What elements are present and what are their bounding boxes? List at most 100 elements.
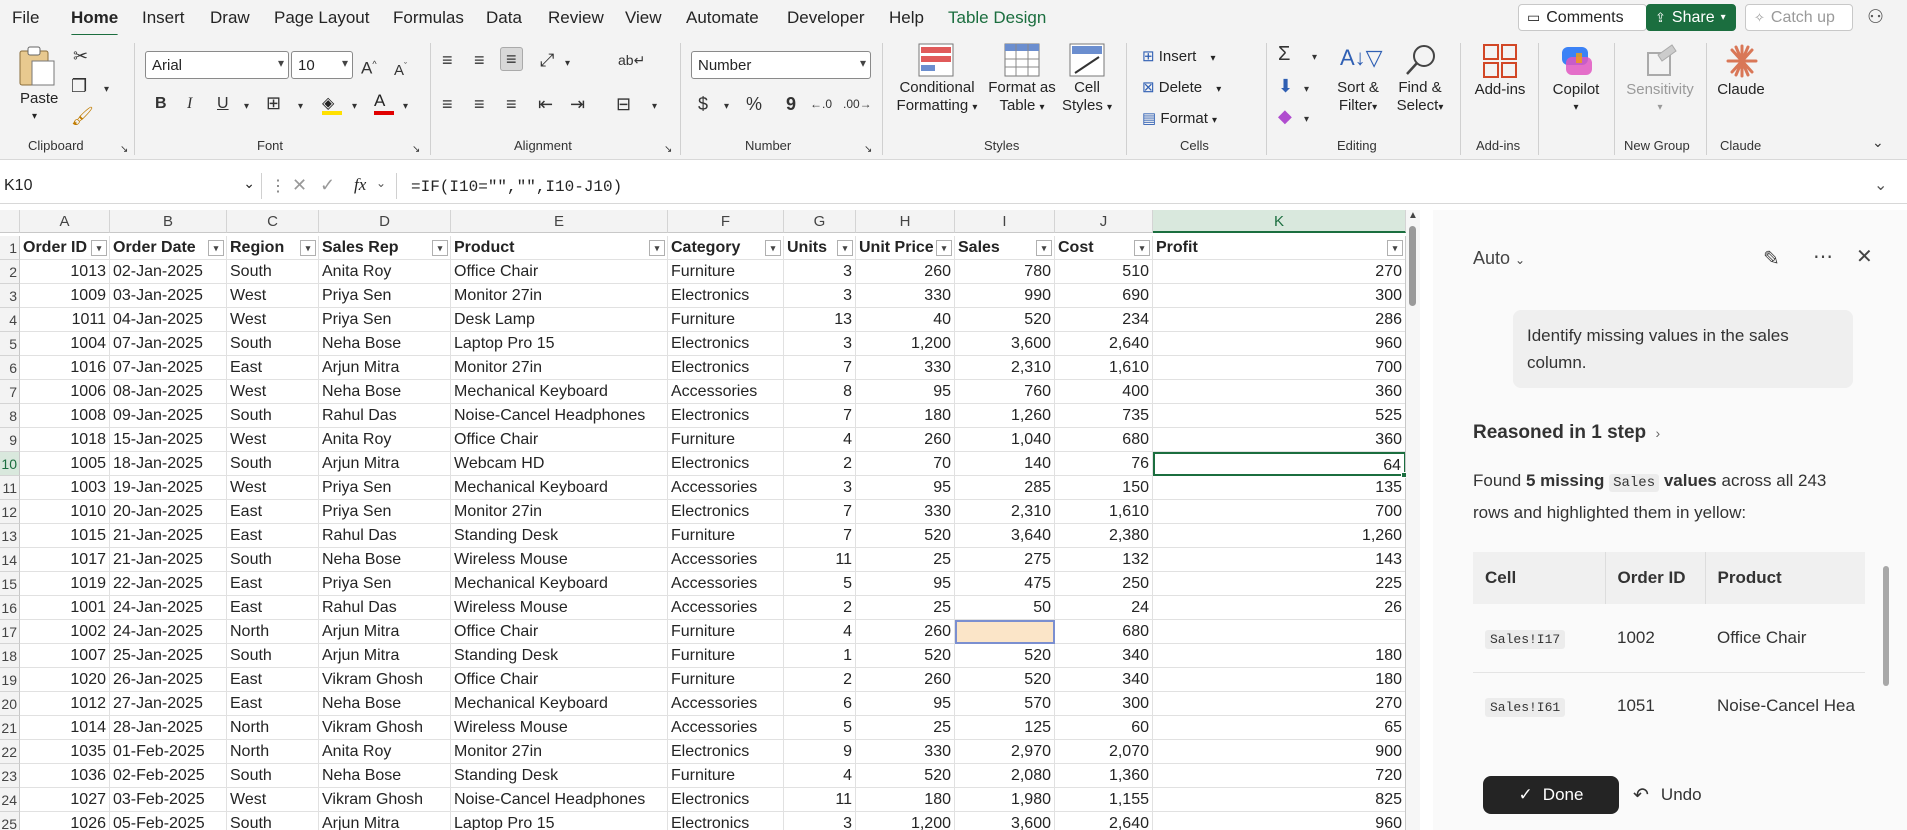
table-cell[interactable]: Electronics bbox=[668, 812, 784, 830]
align-bottom-icon[interactable]: ≡ bbox=[500, 47, 523, 71]
copy-dropdown-icon[interactable]: ▾ bbox=[104, 81, 109, 99]
table-cell[interactable]: Accessories bbox=[668, 572, 784, 596]
table-cell[interactable]: 7 bbox=[784, 524, 856, 548]
row-header[interactable]: 22 bbox=[0, 740, 20, 764]
table-cell[interactable]: Anita Roy bbox=[319, 260, 451, 284]
table-cell[interactable]: 680 bbox=[1055, 620, 1153, 644]
table-cell[interactable]: West bbox=[227, 380, 319, 404]
table-cell[interactable]: 26 bbox=[1153, 596, 1406, 620]
table-cell[interactable]: 3 bbox=[784, 476, 856, 500]
tab-help[interactable]: Help bbox=[889, 8, 924, 28]
merge-dropdown-icon[interactable]: ▾ bbox=[652, 98, 657, 116]
table-cell[interactable]: 95 bbox=[856, 380, 955, 404]
table-cell[interactable]: South bbox=[227, 404, 319, 428]
copy-icon[interactable]: ❐ bbox=[71, 77, 87, 95]
cell-styles-button[interactable]: Cell Styles ▾ bbox=[1060, 43, 1114, 133]
row-header[interactable]: 19 bbox=[0, 668, 20, 692]
table-cell[interactable]: Electronics bbox=[668, 332, 784, 356]
table-header-cell[interactable]: Order ID ▾ bbox=[20, 236, 110, 260]
table-cell[interactable]: Priya Sen bbox=[319, 476, 451, 500]
table-cell[interactable]: 25 bbox=[856, 716, 955, 740]
table-cell[interactable]: 22-Jan-2025 bbox=[110, 572, 227, 596]
table-cell[interactable]: 1,200 bbox=[856, 332, 955, 356]
table-cell[interactable]: 520 bbox=[856, 524, 955, 548]
undo-button[interactable]: ↶ Undo bbox=[1633, 776, 1702, 814]
table-cell[interactable]: 132 bbox=[1055, 548, 1153, 572]
table-cell[interactable]: East bbox=[227, 500, 319, 524]
more-options-icon[interactable]: ⋯ bbox=[1813, 244, 1833, 269]
table-cell[interactable]: Furniture bbox=[668, 764, 784, 788]
table-cell[interactable]: 03-Feb-2025 bbox=[110, 788, 227, 812]
number-launcher-icon[interactable]: ↘ bbox=[864, 141, 872, 159]
row-header[interactable]: 7 bbox=[0, 380, 20, 404]
table-cell[interactable]: 400 bbox=[1055, 380, 1153, 404]
table-cell[interactable]: 11 bbox=[784, 548, 856, 572]
table-cell[interactable]: 7 bbox=[784, 356, 856, 380]
chevron-down-icon[interactable]: ⌄ bbox=[376, 176, 386, 190]
filter-dropdown-icon[interactable]: ▾ bbox=[1387, 240, 1403, 256]
table-cell[interactable]: Office Chair bbox=[451, 260, 668, 284]
column-header-j[interactable]: J bbox=[1055, 210, 1153, 233]
table-cell[interactable]: 21-Jan-2025 bbox=[110, 548, 227, 572]
alignment-launcher-icon[interactable]: ↘ bbox=[664, 141, 672, 159]
table-cell[interactable]: 24-Jan-2025 bbox=[110, 596, 227, 620]
table-cell[interactable]: 1020 bbox=[20, 668, 110, 692]
cancel-icon[interactable]: ✕ bbox=[292, 175, 307, 196]
column-header-k[interactable]: K bbox=[1153, 210, 1406, 233]
row-header[interactable]: 11 bbox=[0, 476, 20, 500]
table-cell[interactable]: East bbox=[227, 524, 319, 548]
table-cell[interactable]: 140 bbox=[955, 452, 1055, 476]
table-cell[interactable]: 1001 bbox=[20, 596, 110, 620]
share-button[interactable]: ⇪ Share ▾ bbox=[1646, 4, 1736, 31]
table-cell[interactable]: 520 bbox=[955, 308, 1055, 332]
table-cell[interactable]: Electronics bbox=[668, 788, 784, 812]
row-header[interactable]: 12 bbox=[0, 500, 20, 524]
column-header-i[interactable]: I bbox=[955, 210, 1055, 233]
table-cell[interactable]: West bbox=[227, 284, 319, 308]
collapse-ribbon-icon[interactable]: ⌄ bbox=[1872, 133, 1884, 151]
table-cell[interactable]: Electronics bbox=[668, 500, 784, 524]
missing-sales-cell[interactable] bbox=[955, 620, 1055, 644]
table-cell[interactable]: 20-Jan-2025 bbox=[110, 500, 227, 524]
table-cell[interactable]: 340 bbox=[1055, 668, 1153, 692]
table-cell[interactable]: Vikram Ghosh bbox=[319, 668, 451, 692]
sort-filter-button[interactable]: A↓▽ Sort & Filter▾ bbox=[1332, 43, 1384, 133]
table-cell[interactable]: Accessories bbox=[668, 548, 784, 572]
row-header[interactable]: 23 bbox=[0, 764, 20, 788]
table-cell[interactable]: 270 bbox=[1153, 260, 1406, 284]
table-cell[interactable]: Priya Sen bbox=[319, 284, 451, 308]
tab-draw[interactable]: Draw bbox=[210, 8, 250, 28]
table-cell[interactable]: 260 bbox=[856, 668, 955, 692]
table-cell[interactable]: 1,155 bbox=[1055, 788, 1153, 812]
table-cell[interactable]: South bbox=[227, 812, 319, 830]
table-cell[interactable]: 04-Jan-2025 bbox=[110, 308, 227, 332]
row-header[interactable]: 16 bbox=[0, 596, 20, 620]
table-cell[interactable]: 225 bbox=[1153, 572, 1406, 596]
table-cell[interactable]: 1019 bbox=[20, 572, 110, 596]
table-cell[interactable]: 260 bbox=[856, 620, 955, 644]
table-cell[interactable]: Vikram Ghosh bbox=[319, 716, 451, 740]
row-header[interactable]: 2 bbox=[0, 260, 20, 284]
table-cell[interactable]: Rahul Das bbox=[319, 596, 451, 620]
pane-scrollbar-thumb[interactable] bbox=[1883, 566, 1889, 686]
table-cell[interactable]: 700 bbox=[1153, 356, 1406, 380]
table-header-cell[interactable]: Unit Price ▾ bbox=[856, 236, 955, 260]
table-cell[interactable]: 1008 bbox=[20, 404, 110, 428]
formula-input[interactable]: =IF(I10="","",I10-J10) bbox=[396, 173, 1896, 199]
table-cell[interactable]: Arjun Mitra bbox=[319, 356, 451, 380]
wrap-text-icon[interactable]: ab↵ bbox=[618, 51, 645, 69]
filter-dropdown-icon[interactable]: ▾ bbox=[1134, 240, 1150, 256]
result-cell-ref[interactable]: Sales!I17 bbox=[1485, 629, 1566, 649]
table-cell[interactable]: South bbox=[227, 548, 319, 572]
fill-color-dropdown-icon[interactable]: ▾ bbox=[352, 98, 357, 116]
copilot-button[interactable]: Copilot ▾ bbox=[1548, 43, 1604, 133]
table-cell[interactable]: Standing Desk bbox=[451, 764, 668, 788]
table-cell[interactable]: 05-Feb-2025 bbox=[110, 812, 227, 830]
table-cell[interactable]: Priya Sen bbox=[319, 500, 451, 524]
expand-formula-icon[interactable]: ⌄ bbox=[1874, 175, 1887, 195]
table-cell[interactable]: 1003 bbox=[20, 476, 110, 500]
format-as-table-button[interactable]: Format as Table ▾ bbox=[984, 43, 1060, 133]
table-cell[interactable]: 25 bbox=[856, 596, 955, 620]
table-cell[interactable]: 1,610 bbox=[1055, 500, 1153, 524]
table-cell[interactable]: 2,970 bbox=[955, 740, 1055, 764]
